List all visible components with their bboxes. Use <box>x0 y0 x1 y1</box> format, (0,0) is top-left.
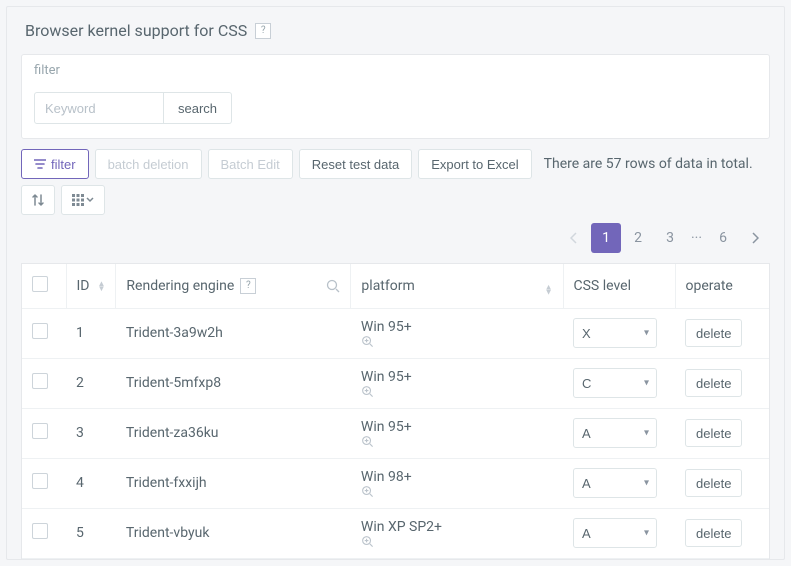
chevron-right-icon <box>751 232 759 244</box>
sort-id[interactable]: ▲▼ <box>98 281 106 291</box>
cell-engine: Trident-za36ku <box>116 408 351 458</box>
header-css: CSS level <box>563 264 675 308</box>
select-all-checkbox[interactable] <box>32 276 48 292</box>
delete-button[interactable]: delete <box>685 419 742 447</box>
export-excel-button[interactable]: Export to Excel <box>418 149 531 179</box>
cell-platform: Win 98+ <box>351 458 563 508</box>
cell-engine: Trident-5mfxp8 <box>116 358 351 408</box>
column-search-engine[interactable] <box>326 279 340 293</box>
magnify-icon[interactable] <box>361 335 553 348</box>
header-checkbox-cell <box>22 264 66 308</box>
page-title: Browser kernel support for CSS <box>25 21 247 40</box>
reset-data-button[interactable]: Reset test data <box>299 149 412 179</box>
css-level-select[interactable]: A <box>573 468 657 498</box>
cell-platform: Win 95+ <box>351 308 563 358</box>
page-2[interactable]: 2 <box>623 223 653 253</box>
header-platform: platform ▲▼ <box>351 264 563 308</box>
row-checkbox[interactable] <box>32 423 48 439</box>
table-row: 3Trident-za36kuWin 95+ A▾delete <box>22 408 769 458</box>
chevron-down-icon <box>86 196 94 204</box>
page-3[interactable]: 3 <box>655 223 685 253</box>
view-toggle-button[interactable] <box>61 185 105 215</box>
batch-edit-button[interactable]: Batch Edit <box>208 149 293 179</box>
cell-platform: Win XP SP2+ <box>351 508 563 558</box>
panel-header: Browser kernel support for CSS ? <box>7 7 784 54</box>
header-id: ID ▲▼ <box>66 264 116 308</box>
delete-button[interactable]: delete <box>685 369 742 397</box>
filter-body: search <box>22 86 769 138</box>
header-engine: Rendering engine ? <box>116 264 351 308</box>
css-level-select[interactable]: A <box>573 418 657 448</box>
row-checkbox[interactable] <box>32 323 48 339</box>
sort-platform[interactable]: ▲▼ <box>543 277 553 294</box>
sort-toggle-button[interactable] <box>21 185 55 215</box>
grid-icon <box>72 194 84 206</box>
page-prev[interactable] <box>559 223 589 253</box>
cell-id: 1 <box>66 308 116 358</box>
page-ellipsis: ··· <box>687 230 706 246</box>
page-1[interactable]: 1 <box>591 223 621 253</box>
search-icon <box>326 279 340 293</box>
cell-id: 2 <box>66 358 116 408</box>
table-row: 4Trident-fxxijhWin 98+ A▾delete <box>22 458 769 508</box>
magnify-icon[interactable] <box>361 385 553 398</box>
search-button[interactable]: search <box>164 92 232 124</box>
cell-engine: Trident-vbyuk <box>116 508 351 558</box>
table-row: 2Trident-5mfxp8Win 95+ C▾delete <box>22 358 769 408</box>
table-row: 1Trident-3a9w2hWin 95+ X▾delete <box>22 308 769 358</box>
filter-icon <box>34 159 46 169</box>
help-icon[interactable]: ? <box>255 23 271 39</box>
page-next[interactable] <box>740 223 770 253</box>
cell-engine: Trident-fxxijh <box>116 458 351 508</box>
sort-icon <box>31 193 45 207</box>
keyword-input[interactable] <box>34 92 164 124</box>
delete-button[interactable]: delete <box>685 469 742 497</box>
row-checkbox[interactable] <box>32 523 48 539</box>
toolbar: filter batch deletion Batch Edit Reset t… <box>7 149 784 223</box>
batch-delete-button[interactable]: batch deletion <box>95 149 202 179</box>
css-level-select[interactable]: A <box>573 518 657 548</box>
chevron-left-icon <box>570 232 578 244</box>
row-checkbox[interactable] <box>32 373 48 389</box>
magnify-icon[interactable] <box>361 485 553 498</box>
css-level-select[interactable]: C <box>573 368 657 398</box>
table-row: 5Trident-vbyukWin XP SP2+ A▾delete <box>22 508 769 558</box>
cell-id: 4 <box>66 458 116 508</box>
row-checkbox[interactable] <box>32 473 48 489</box>
table: ID ▲▼ Rendering engine ? <box>21 263 770 559</box>
panel: Browser kernel support for CSS ? filter … <box>6 6 785 560</box>
help-icon[interactable]: ? <box>240 278 256 294</box>
status-text: There are 57 rows of data in total. <box>544 156 753 172</box>
magnify-icon[interactable] <box>361 435 553 448</box>
filter-title: filter <box>22 55 769 86</box>
filter-section: filter search <box>21 54 770 139</box>
header-operate: operate <box>675 264 769 308</box>
pagination: 1 2 3 ··· 6 <box>7 223 784 263</box>
cell-id: 5 <box>66 508 116 558</box>
magnify-icon[interactable] <box>361 535 553 548</box>
css-level-select[interactable]: X <box>573 318 657 348</box>
page-last[interactable]: 6 <box>708 223 738 253</box>
cell-platform: Win 95+ <box>351 408 563 458</box>
cell-platform: Win 95+ <box>351 358 563 408</box>
cell-engine: Trident-3a9w2h <box>116 308 351 358</box>
cell-id: 3 <box>66 408 116 458</box>
filter-button[interactable]: filter <box>21 149 89 179</box>
delete-button[interactable]: delete <box>685 319 742 347</box>
